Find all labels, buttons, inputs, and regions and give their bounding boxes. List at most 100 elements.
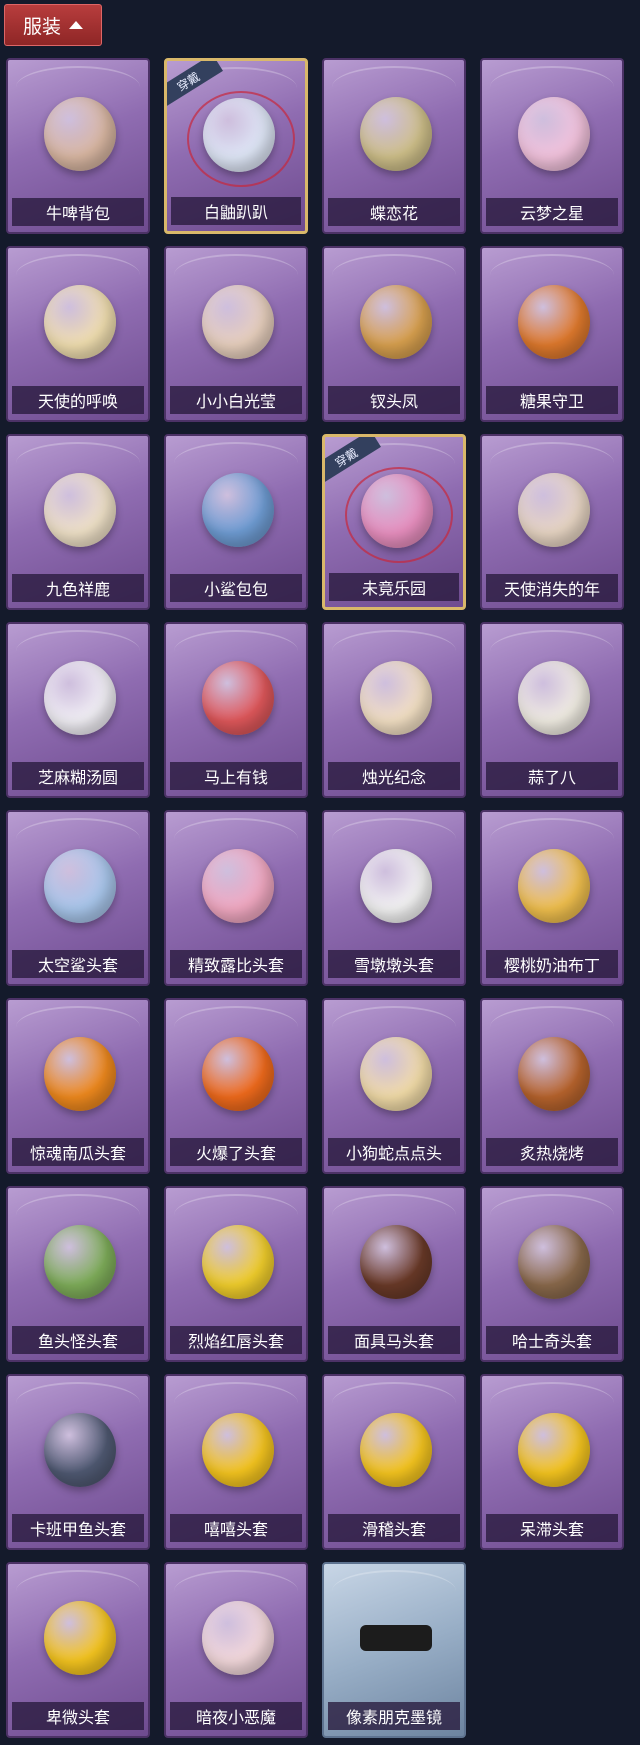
item-card[interactable]: 小小白光莹 xyxy=(164,246,308,422)
item-art-shape xyxy=(518,1037,590,1111)
bbq-mask-icon xyxy=(518,1028,590,1120)
item-name: 烛光纪念 xyxy=(328,762,460,790)
item-card[interactable]: 马上有钱 xyxy=(164,622,308,798)
deer-icon xyxy=(44,464,116,556)
item-card[interactable]: 蝶恋花 xyxy=(322,58,466,234)
item-art-shape xyxy=(360,97,432,171)
item-art-shape xyxy=(44,1037,116,1111)
item-name: 呆滞头套 xyxy=(486,1514,618,1542)
item-art-shape xyxy=(202,1413,274,1487)
horse-head-icon xyxy=(202,652,274,744)
item-name: 鱼头怪头套 xyxy=(12,1326,144,1354)
pixel-sunglasses-icon xyxy=(360,1592,432,1684)
item-art-shape xyxy=(202,473,274,547)
item-name: 嘻嘻头套 xyxy=(170,1514,302,1542)
item-card[interactable]: 烈焰红唇头套 xyxy=(164,1186,308,1362)
item-art-shape xyxy=(518,849,590,923)
item-card[interactable]: 小鲨包包 xyxy=(164,434,308,610)
phoenix-crown-icon xyxy=(360,276,432,368)
item-art-shape xyxy=(518,1225,590,1299)
grin-mask-icon xyxy=(202,1404,274,1496)
garlic-icon xyxy=(518,652,590,744)
item-card[interactable]: 嘻嘻头套 xyxy=(164,1374,308,1550)
item-name: 暗夜小恶魔 xyxy=(170,1702,302,1730)
item-grid: 牛啤背包 穿戴 白鼬趴趴 蝶恋花 云梦之星天使的呼唤 小小白光莹 钗头凤 糖果守卫九色祥鹿 小鲨… xyxy=(0,0,640,1745)
item-card[interactable]: 牛啤背包 xyxy=(6,58,150,234)
item-name: 面具马头套 xyxy=(328,1326,460,1354)
item-card[interactable]: 天使的呼唤 xyxy=(6,246,150,422)
item-art-shape xyxy=(202,661,274,735)
item-name: 小鲨包包 xyxy=(170,574,302,602)
item-card[interactable]: 哈士奇头套 xyxy=(480,1186,624,1362)
item-card[interactable]: 九色祥鹿 xyxy=(6,434,150,610)
item-card[interactable]: 卑微头套 xyxy=(6,1562,150,1738)
item-name: 小狗蛇点点头 xyxy=(328,1138,460,1166)
item-art-shape xyxy=(44,661,116,735)
doll-figure-icon xyxy=(202,276,274,368)
shark-bag-icon xyxy=(202,464,274,556)
item-art-shape xyxy=(44,849,116,923)
item-name: 蒜了八 xyxy=(486,762,618,790)
shark-mask-icon xyxy=(44,840,116,932)
item-card[interactable]: 糖果守卫 xyxy=(480,246,624,422)
item-art-shape xyxy=(202,285,274,359)
item-card[interactable]: 精致露比头套 xyxy=(164,810,308,986)
item-card[interactable]: 小狗蛇点点头 xyxy=(322,998,466,1174)
item-card[interactable]: 烛光纪念 xyxy=(322,622,466,798)
husky-mask-icon xyxy=(518,1216,590,1308)
pumpkin-mask-icon xyxy=(44,1028,116,1120)
snowman-mask-icon xyxy=(360,840,432,932)
item-art-shape xyxy=(44,473,116,547)
item-art-shape xyxy=(44,1413,116,1487)
item-art-shape xyxy=(360,849,432,923)
item-card[interactable]: 穿戴 未竟乐园 xyxy=(322,434,466,610)
item-name: 精致露比头套 xyxy=(170,950,302,978)
item-card[interactable]: 云梦之星 xyxy=(480,58,624,234)
item-name: 樱桃奶油布丁 xyxy=(486,950,618,978)
item-card[interactable]: 太空鲨头套 xyxy=(6,810,150,986)
item-card[interactable]: 钗头凤 xyxy=(322,246,466,422)
item-card[interactable]: 雪墩墩头套 xyxy=(322,810,466,986)
item-name: 哈士奇头套 xyxy=(486,1326,618,1354)
item-name: 像素朋克墨镜 xyxy=(328,1702,460,1730)
item-card[interactable]: 滑稽头套 xyxy=(322,1374,466,1550)
item-card[interactable]: 芝麻糊汤圆 xyxy=(6,622,150,798)
item-card[interactable]: 穿戴 白鼬趴趴 xyxy=(164,58,308,234)
item-card[interactable]: 面具马头套 xyxy=(322,1186,466,1362)
fish-mask-icon xyxy=(44,1216,116,1308)
item-card[interactable]: 暗夜小恶魔 xyxy=(164,1562,308,1738)
item-name: 云梦之星 xyxy=(486,198,618,226)
item-name: 小小白光莹 xyxy=(170,386,302,414)
item-art-shape xyxy=(518,661,590,735)
item-art-shape xyxy=(518,285,590,359)
item-card[interactable]: 鱼头怪头套 xyxy=(6,1186,150,1362)
item-name: 滑稽头套 xyxy=(328,1514,460,1542)
item-card[interactable]: 蒜了八 xyxy=(480,622,624,798)
item-card[interactable]: 呆滞头套 xyxy=(480,1374,624,1550)
item-name: 芝麻糊汤圆 xyxy=(12,762,144,790)
turtle-mask-icon xyxy=(44,1404,116,1496)
dazed-face-mask-icon xyxy=(518,1404,590,1496)
item-card[interactable]: 卡班甲鱼头套 xyxy=(6,1374,150,1550)
item-name: 未竟乐园 xyxy=(329,573,459,601)
dog-snake-mask-icon xyxy=(360,1028,432,1120)
item-card[interactable]: 天使消失的年 xyxy=(480,434,624,610)
item-name: 炙热烧烤 xyxy=(486,1138,618,1166)
item-name: 烈焰红唇头套 xyxy=(170,1326,302,1354)
item-card[interactable]: 樱桃奶油布丁 xyxy=(480,810,624,986)
item-name: 太空鲨头套 xyxy=(12,950,144,978)
item-art-shape xyxy=(44,97,116,171)
item-card[interactable]: 像素朋克墨镜 xyxy=(322,1562,466,1738)
item-art-shape xyxy=(360,1625,432,1651)
item-art-shape xyxy=(360,1413,432,1487)
humble-face-mask-icon xyxy=(44,1592,116,1684)
beaver-mask-icon xyxy=(202,840,274,932)
yellow-mask-icon xyxy=(202,1216,274,1308)
item-art-shape xyxy=(202,1225,274,1299)
item-art-shape xyxy=(44,285,116,359)
item-card[interactable]: 惊魂南瓜头套 xyxy=(6,998,150,1174)
item-art-shape xyxy=(360,1037,432,1111)
item-card[interactable]: 炙热烧烤 xyxy=(480,998,624,1174)
item-card[interactable]: 火爆了头套 xyxy=(164,998,308,1174)
item-name: 白鼬趴趴 xyxy=(171,197,301,225)
